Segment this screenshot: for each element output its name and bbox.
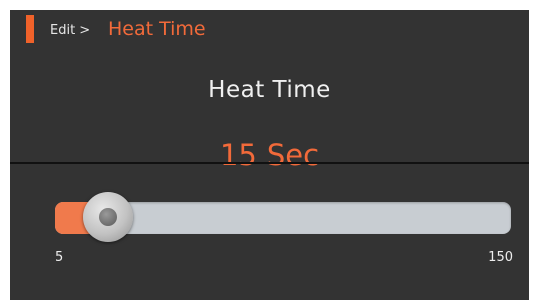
value-number: 15 [219, 138, 257, 172]
header-accent-bar [26, 15, 34, 43]
page-title: Heat Time [208, 77, 331, 103]
heat-time-slider[interactable] [10, 190, 529, 242]
slider-min-label: 5 [55, 250, 64, 265]
divider-line [10, 162, 529, 164]
slider-thumb[interactable] [83, 192, 133, 242]
heat-time-screen: Edit > Heat Time Heat Time 15 Sec 5 150 [10, 10, 529, 300]
value-readout: 15 Sec [10, 138, 529, 172]
slider-thumb-dot [99, 208, 117, 226]
breadcrumb-current: Heat Time [108, 18, 206, 40]
breadcrumb-parent[interactable]: Edit [50, 23, 75, 38]
breadcrumb-separator: > [79, 23, 91, 38]
header: Edit > Heat Time [10, 10, 529, 50]
breadcrumb: Edit > [50, 23, 90, 39]
slider-max-label: 150 [488, 250, 513, 265]
value-unit: Sec [266, 138, 320, 172]
